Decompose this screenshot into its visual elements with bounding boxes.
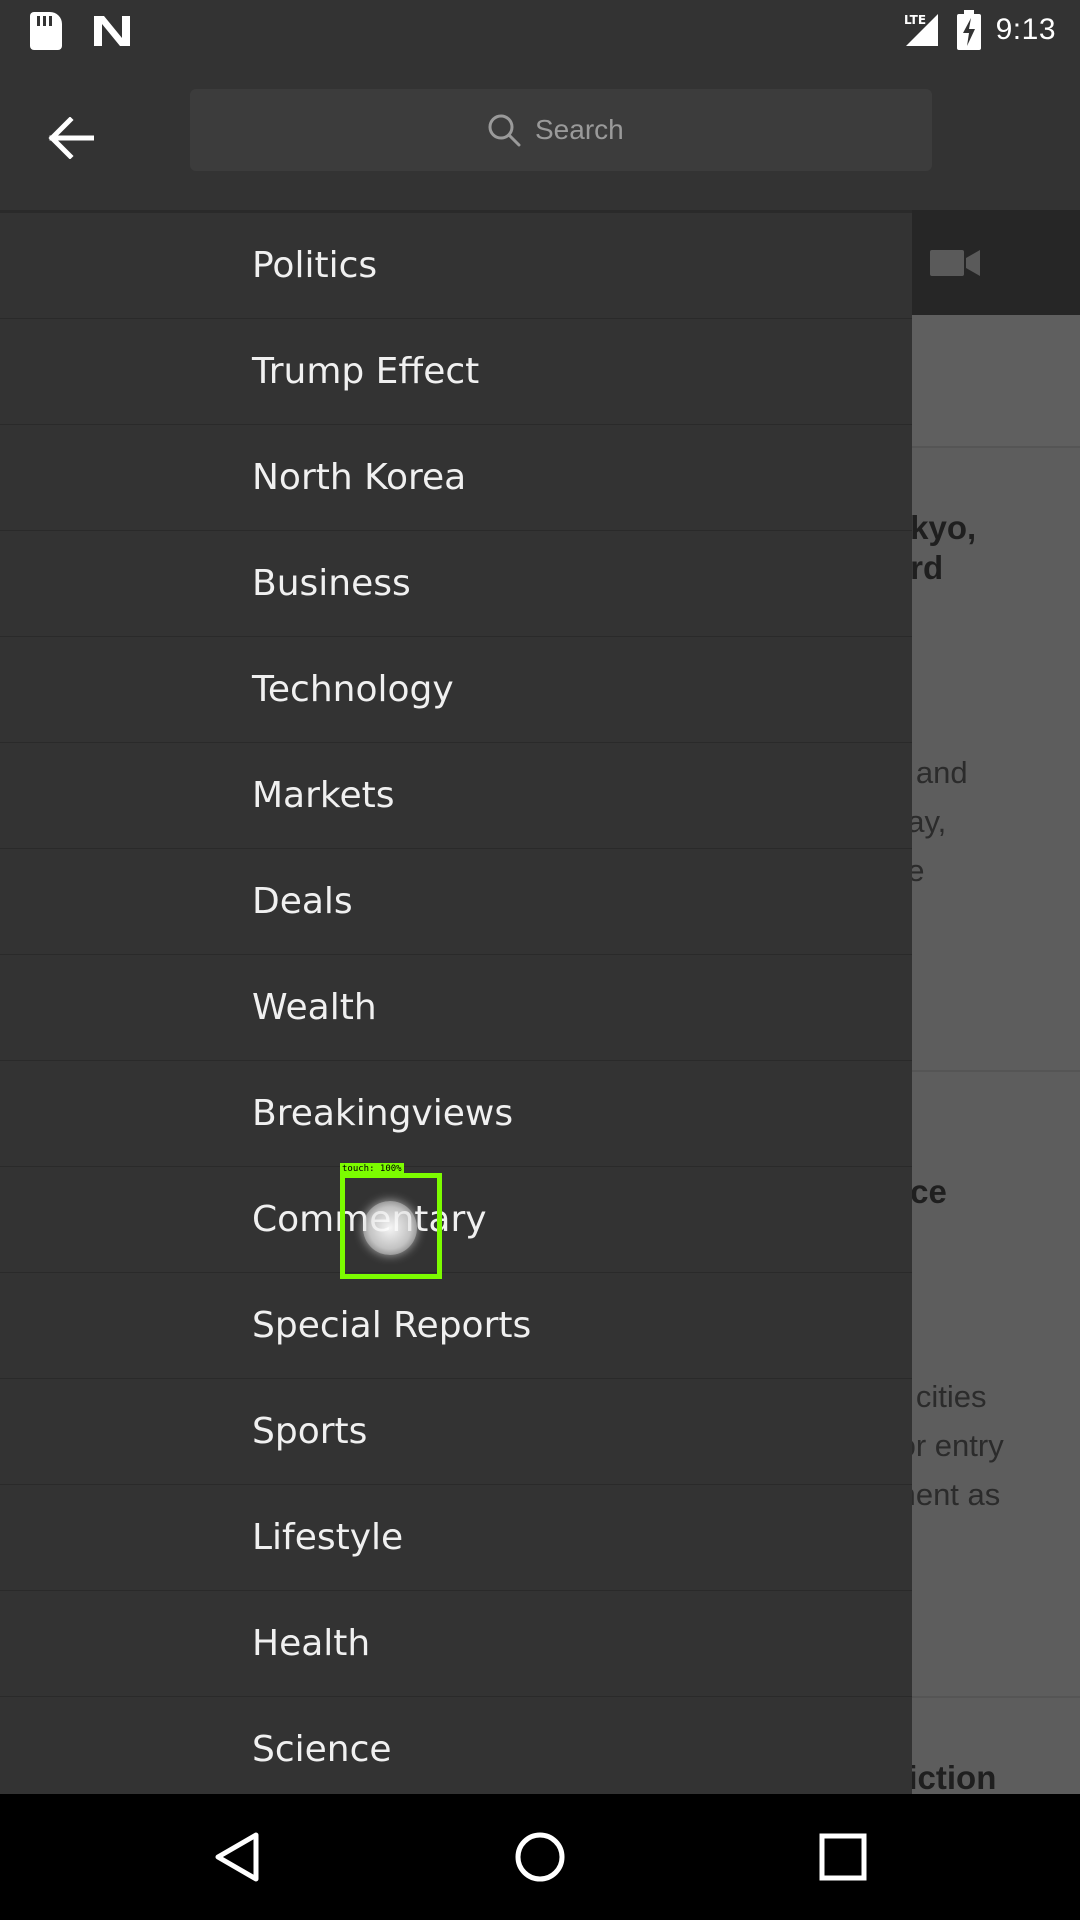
drawer-item-label: Breakingviews	[252, 1093, 514, 1134]
drawer-item-label: Sports	[252, 1411, 368, 1452]
nav-recents-button[interactable]	[808, 1824, 878, 1890]
drawer-item-label: Special Reports	[252, 1305, 532, 1346]
status-left-icons	[30, 12, 132, 50]
square-recents-icon	[819, 1833, 867, 1881]
drawer-item-label: Deals	[252, 881, 353, 922]
nav-back-button[interactable]	[202, 1824, 272, 1890]
drawer-item-commentary[interactable]: Commentary	[0, 1167, 912, 1273]
drawer-item-label: Politics	[252, 245, 378, 286]
drawer-item-special-reports[interactable]: Special Reports	[0, 1273, 912, 1379]
arrow-left-icon	[48, 117, 94, 159]
clock: 9:13	[995, 13, 1056, 46]
lte-signal-icon: LTE	[904, 13, 938, 46]
drawer-item-label: Business	[252, 563, 411, 604]
nav-home-button[interactable]	[505, 1824, 575, 1890]
drawer-item-label: Technology	[252, 669, 454, 710]
drawer-item-markets[interactable]: Markets	[0, 743, 912, 849]
n-notification-icon	[94, 16, 130, 46]
touch-point-icon	[363, 1201, 417, 1255]
drawer-item-sports[interactable]: Sports	[0, 1379, 912, 1485]
drawer-item-technology[interactable]: Technology	[0, 637, 912, 743]
drawer-item-science[interactable]: Science	[0, 1697, 912, 1794]
system-nav-bar	[0, 1794, 1080, 1920]
drawer-item-label: North Korea	[252, 457, 467, 498]
drawer-item-deals[interactable]: Deals	[0, 849, 912, 955]
drawer-item-lifestyle[interactable]: Lifestyle	[0, 1485, 912, 1591]
drawer-item-trump-effect[interactable]: Trump Effect	[0, 319, 912, 425]
drawer-item-politics[interactable]: Politics	[0, 213, 912, 319]
video-camera-icon	[930, 250, 980, 276]
screen: LTE 9:13 Search okyo, ord d and day, nce…	[0, 0, 1080, 1920]
status-bar: LTE 9:13	[0, 0, 1080, 63]
drawer-item-label: Science	[252, 1729, 392, 1770]
search-icon	[488, 114, 521, 147]
back-button[interactable]	[36, 103, 106, 173]
svg-text:LTE: LTE	[904, 13, 926, 27]
drawer-item-label: Wealth	[252, 987, 377, 1028]
triangle-back-icon	[215, 1832, 259, 1882]
status-right-icons: LTE 9:13	[902, 10, 1056, 50]
circle-home-icon	[515, 1832, 565, 1882]
drawer-item-label: Trump Effect	[252, 351, 480, 392]
drawer-item-label: Lifestyle	[252, 1517, 404, 1558]
drawer-item-health[interactable]: Health	[0, 1591, 912, 1697]
drawer-item-north-korea[interactable]: North Korea	[0, 425, 912, 531]
drawer-item-label: Health	[252, 1623, 371, 1664]
sd-card-icon	[30, 12, 62, 50]
drawer-item-wealth[interactable]: Wealth	[0, 955, 912, 1061]
search-box[interactable]	[190, 89, 932, 171]
drawer-item-breakingviews[interactable]: Breakingviews	[0, 1061, 912, 1167]
battery-charging-icon	[956, 10, 981, 50]
app-bar	[0, 63, 1080, 210]
drawer-item-label: Markets	[252, 775, 395, 816]
navigation-drawer: Politics Trump Effect North Korea Busine…	[0, 210, 912, 1794]
search-input[interactable]	[535, 114, 635, 146]
drawer-item-business[interactable]: Business	[0, 531, 912, 637]
